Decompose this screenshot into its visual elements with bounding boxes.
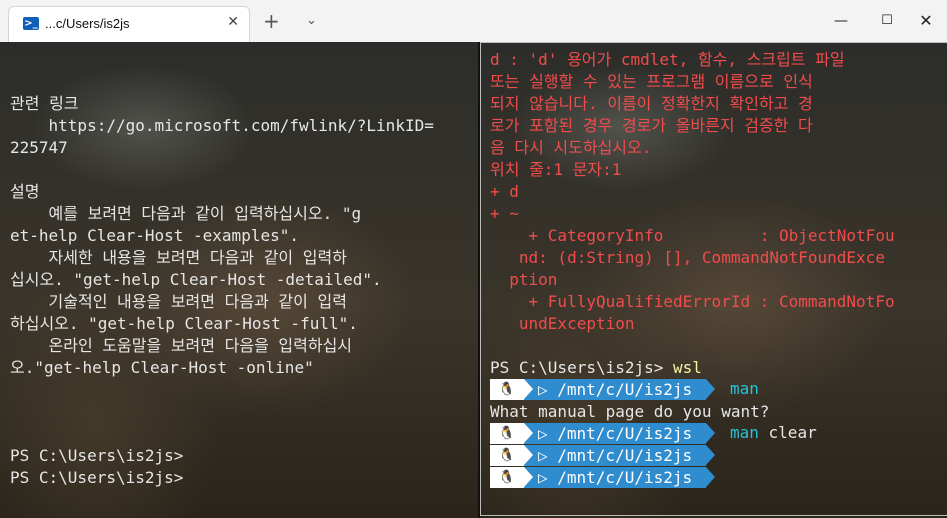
tab-terminal[interactable]: >_ ...c/Users/is2js ✕ (8, 6, 250, 42)
error-line: 되지 않습니다. 이름이 정확한지 확인하고 경 (490, 94, 813, 113)
help-line: https://go.microsoft.com/fwlink/?LinkID= (10, 116, 434, 135)
help-line: 설명 (10, 182, 40, 201)
error-line: + d (490, 182, 519, 201)
error-line: + FullyQualifiedErrorId : CommandNotFo (490, 292, 895, 311)
help-line: 관련 링크 (10, 94, 79, 113)
error-line: 또는 실행할 수 있는 프로그램 이름으로 인식 (490, 72, 813, 91)
error-line: undException (490, 314, 635, 333)
error-line: + ~ (490, 204, 519, 223)
powershell-prompt: PS C:\Users\is2js> (10, 446, 184, 465)
prompt-text: PS C:\Users\is2js> (490, 358, 664, 377)
help-line: 225747 (10, 138, 68, 157)
path-segment: ▷ /mnt/c/U/is2js (524, 467, 706, 488)
left-terminal-pane[interactable]: 관련 링크 https://go.microsoft.com/fwlink/?L… (0, 42, 478, 518)
command-text: man clear (730, 423, 817, 442)
error-line: nd: (d:String) [], CommandNotFoundExce (490, 248, 885, 267)
powershell-icon: >_ (23, 17, 39, 30)
error-line: 로가 포함된 경우 경로가 올바른지 검증한 다 (490, 116, 813, 135)
command-text: wsl (673, 358, 702, 377)
help-line: 오."get-help Clear-Host -online" (10, 358, 314, 377)
help-line: 자세한 내용을 보려면 다음과 같이 입력하 (10, 248, 347, 267)
powershell-prompt: PS C:\Users\is2js> (10, 468, 184, 487)
help-line: 십시오. "get-help Clear-Host -detailed". (10, 270, 382, 289)
chevron-down-icon[interactable]: ⌄ (306, 13, 317, 28)
linux-icon: 🐧 (490, 423, 524, 444)
help-line: 온라인 도움말을 보려면 다음을 입력하십시 (10, 336, 353, 355)
powershell-prompt: PS C:\Users\is2js> wsl (490, 357, 702, 379)
command-text: man (730, 379, 759, 398)
help-line: 기술적인 내용을 보려면 다음과 같이 입력 (10, 292, 347, 311)
error-line: ption (490, 270, 558, 289)
error-line: d : 'd' 용어가 cmdlet, 함수, 스크립트 파일 (490, 50, 845, 69)
linux-icon: 🐧 (490, 467, 524, 488)
close-tab-icon[interactable]: ✕ (227, 14, 239, 30)
path-segment: ▷ /mnt/c/U/is2js (524, 379, 706, 400)
path-segment: ▷ /mnt/c/U/is2js (524, 423, 706, 444)
error-line: 위치 줄:1 문자:1 (490, 160, 622, 179)
help-line: 하십시오. "get-help Clear-Host -full". (10, 314, 358, 333)
help-line: et-help Clear-Host -examples". (10, 226, 299, 245)
error-line: + CategoryInfo : ObjectNotFou (490, 226, 895, 245)
minimize-button[interactable]: — (818, 0, 864, 42)
tab-title: ...c/Users/is2js (45, 16, 130, 31)
error-line: 음 다시 시도하십시오. (490, 138, 652, 157)
man-question: What manual page do you want? (490, 402, 770, 421)
path-segment: ▷ /mnt/c/U/is2js (524, 445, 706, 466)
new-tab-button[interactable]: + (263, 9, 280, 33)
title-bar: >_ ...c/Users/is2js ✕ + ⌄ — ☐ ✕ (0, 0, 947, 42)
linux-icon: 🐧 (490, 379, 524, 400)
linux-icon: 🐧 (490, 445, 524, 466)
help-line: 예를 보려면 다음과 같이 입력하십시오. "g (10, 204, 362, 223)
close-window-button[interactable]: ✕ (903, 0, 947, 42)
